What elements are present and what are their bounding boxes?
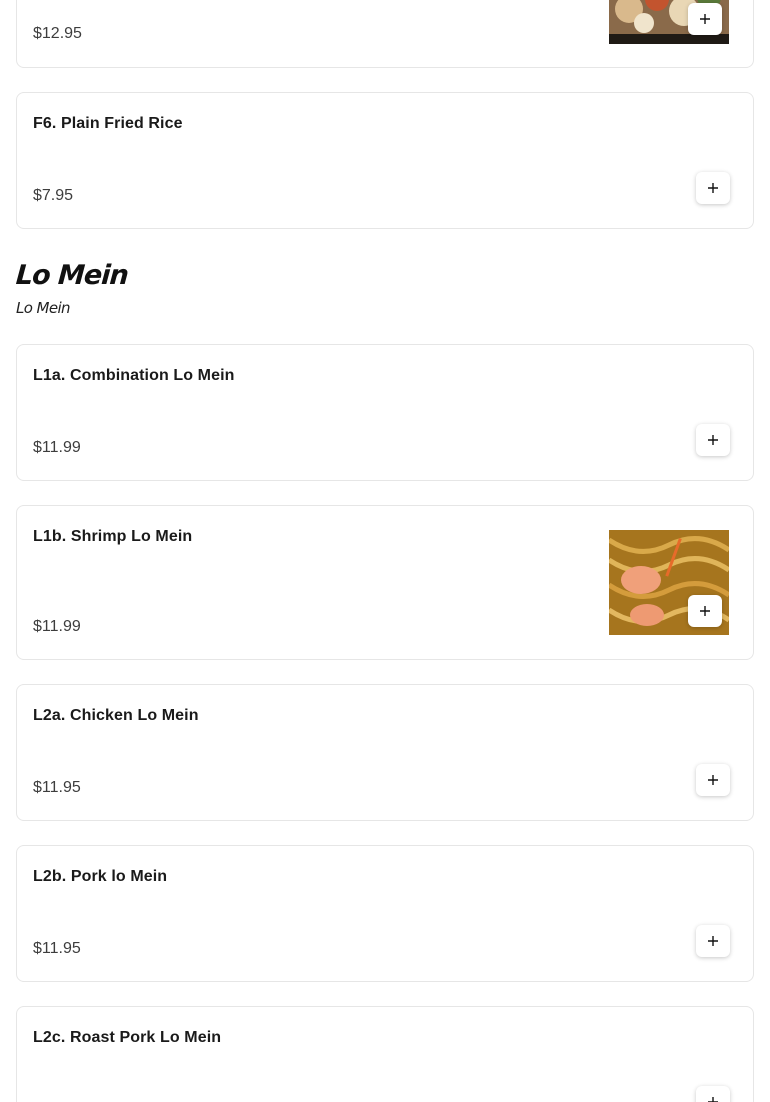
menu-item-card[interactable]: L1a. Combination Lo Mein $11.99 [16,344,754,481]
section-title: Lo Mein [14,260,129,291]
add-to-cart-button[interactable] [696,764,730,796]
menu-item-card[interactable]: L1b. Shrimp Lo Mein $11.99 [16,505,754,660]
section-subtitle: Lo Mein [16,299,71,317]
menu-item-card[interactable]: $12.95 [16,0,754,68]
item-name: L2a. Chicken Lo Mein [33,707,199,724]
plus-icon [700,14,710,24]
plus-icon [708,775,718,785]
add-to-cart-button[interactable] [696,925,730,957]
plus-icon [708,936,718,946]
item-price: $11.99 [33,439,81,456]
item-name: L1b. Shrimp Lo Mein [33,528,193,545]
plus-icon [708,1097,718,1102]
item-price: $12.95 [33,25,82,42]
add-to-cart-button[interactable] [688,3,722,35]
item-price: $11.95 [33,940,81,957]
item-price: $7.95 [33,187,74,204]
plus-icon [708,183,718,193]
item-price: $11.99 [33,618,81,635]
plus-icon [700,606,710,616]
menu-item-card[interactable]: L2c. Roast Pork Lo Mein [16,1006,754,1102]
plus-icon [708,435,718,445]
item-name: L2b. Pork lo Mein [33,868,168,885]
menu-item-card[interactable]: L2a. Chicken Lo Mein $11.95 [16,684,754,821]
menu-item-card[interactable]: L2b. Pork lo Mein $11.95 [16,845,754,982]
add-to-cart-button[interactable] [688,595,722,627]
add-to-cart-button[interactable] [696,424,730,456]
menu-page: $12.95 F6. Plain Fried Rice $7.95 Lo Mei… [0,0,770,1102]
menu-item-card[interactable]: F6. Plain Fried Rice $7.95 [16,92,754,229]
item-name: F6. Plain Fried Rice [33,115,183,132]
add-to-cart-button[interactable] [696,1086,730,1102]
item-name: L1a. Combination Lo Mein [33,367,235,384]
item-name: L2c. Roast Pork Lo Mein [33,1029,222,1046]
item-price: $11.95 [33,779,81,796]
add-to-cart-button[interactable] [696,172,730,204]
